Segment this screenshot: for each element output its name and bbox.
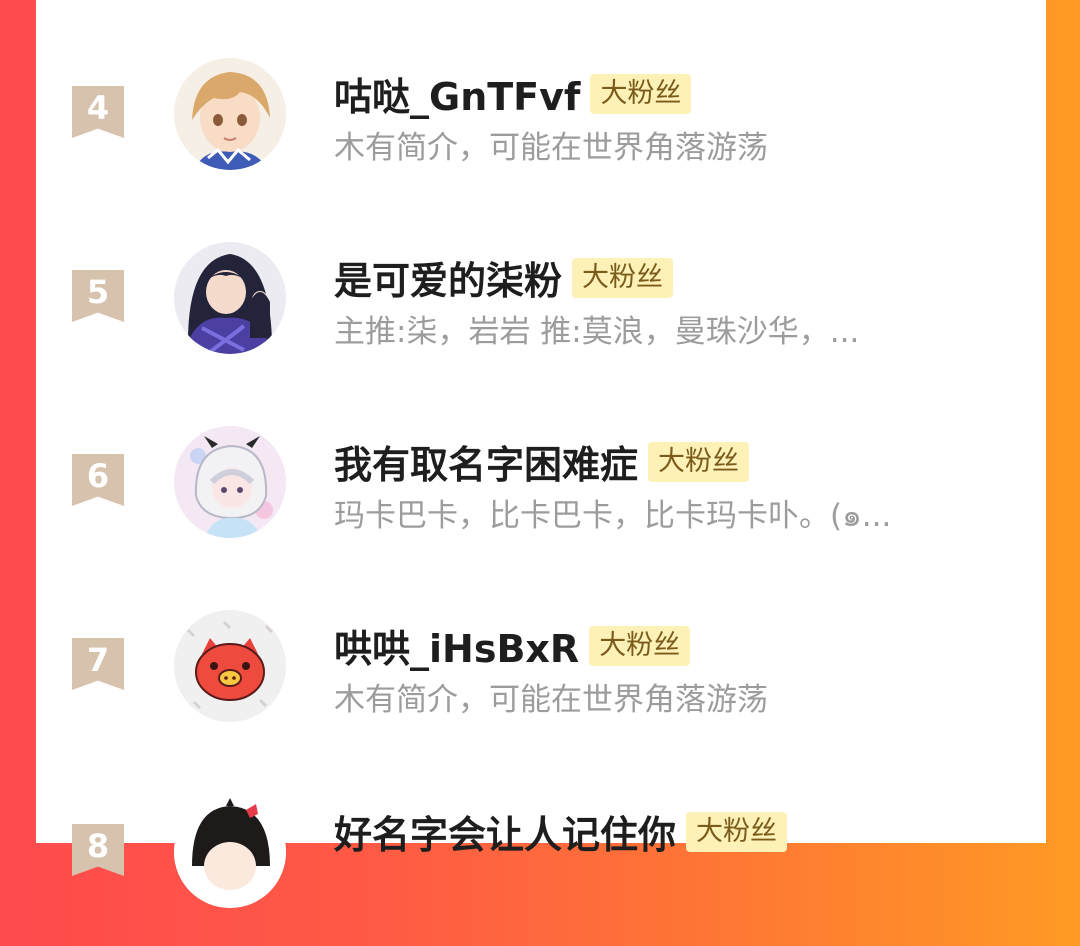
big-fan-badge: 大粉丝 [686,811,788,852]
rank-ribbon: 4 [72,86,124,138]
name-line: 是可爱的柒粉 大粉丝 [334,250,674,305]
fan-bio: 木有简介，可能在世界角落游荡 [334,130,768,166]
fan-name[interactable]: 咕哒_GnTFvf [334,75,580,119]
fan-name[interactable]: 是可爱的柒粉 [334,259,562,303]
fan-name[interactable]: 好名字会让人记住你 [334,813,676,857]
white-hair-chibi-avatar-icon[interactable] [174,426,286,538]
name-line: 哄哄_iHsBxR 大粉丝 [334,618,691,673]
fan-row[interactable]: 8 好名字会让人记住你 大粉丝 [36,796,1046,946]
fan-row[interactable]: 7 哄哄_iHsBxR 大粉丝 木有简介，可能在世界角落游荡 [36,610,1046,760]
big-fan-badge: 大粉丝 [648,441,750,482]
fan-row[interactable]: 5 是可爱的柒粉 大粉丝 主推:柒，岩岩 推:莫浪，曼珠沙华，... [36,242,1046,392]
name-line: 咕哒_GnTFvf 大粉丝 [334,66,692,121]
anime-boy-avatar-icon[interactable] [174,58,286,170]
fan-bio: 主推:柒，岩岩 推:莫浪，曼珠沙华，... [334,314,860,350]
big-fan-badge: 大粉丝 [572,257,674,298]
fan-name[interactable]: 哄哄_iHsBxR [334,627,579,671]
fan-row[interactable]: 6 我有取名字困难症 大粉丝 玛卡巴卡，比卡巴卡，比卡玛卡卟。(๑... [36,426,1046,576]
rank-ribbon: 7 [72,638,124,690]
big-fan-badge: 大粉丝 [590,73,692,114]
fan-name[interactable]: 我有取名字困难症 [334,443,638,487]
red-pig-avatar-icon[interactable] [174,610,286,722]
black-hair-chibi-avatar-icon[interactable] [174,796,286,908]
rank-ribbon: 6 [72,454,124,506]
fan-bio: 木有简介，可能在世界角落游荡 [334,682,768,718]
name-line: 我有取名字困难症 大粉丝 [334,434,750,489]
rank-ribbon: 5 [72,270,124,322]
dark-hair-girl-avatar-icon[interactable] [174,242,286,354]
rank-ribbon: 8 [72,824,124,876]
name-line: 好名字会让人记住你 大粉丝 [334,804,788,859]
fan-row[interactable]: 4 咕哒_GnTFvf 大粉丝 木有简介，可能在世界角落游荡 [36,58,1046,208]
big-fan-badge: 大粉丝 [589,625,691,666]
fan-bio: 玛卡巴卡，比卡巴卡，比卡玛卡卟。(๑... [334,498,892,534]
fan-ranking-panel: 4 咕哒_GnTFvf 大粉丝 木有简介，可能在世界角落游荡 5 是可爱的柒粉 … [36,0,1046,908]
